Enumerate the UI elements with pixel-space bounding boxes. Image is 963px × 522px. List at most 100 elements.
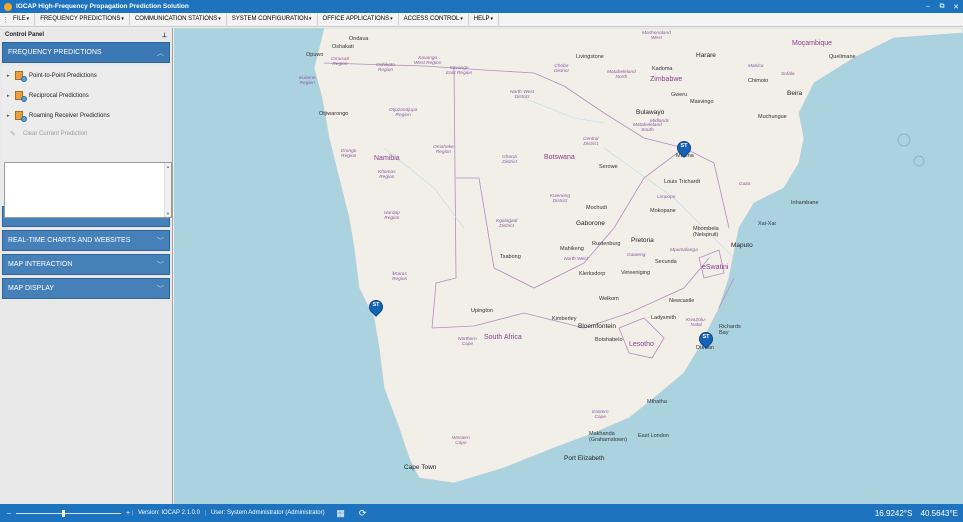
longitude-value: 40.5643°E bbox=[920, 508, 958, 518]
map-view[interactable]: Namibia Botswana Zimbabwe South Africa L… bbox=[174, 28, 963, 504]
menu-file[interactable]: FILE▾ bbox=[8, 14, 36, 25]
region-label: Northern Cape bbox=[458, 337, 477, 347]
city-label: Xai-Xai bbox=[758, 221, 776, 227]
city-label: Oshakati bbox=[332, 44, 354, 50]
city-label: Botshabelo bbox=[595, 337, 623, 343]
latitude-value: 16.9242°S bbox=[874, 508, 913, 518]
region-label: Gaza bbox=[739, 182, 751, 187]
pin-icon[interactable]: ⊥ bbox=[162, 32, 167, 39]
city-label: Mochudi bbox=[586, 205, 607, 211]
menu-frequency-predictions[interactable]: FREQUENCY PREDICTIONS▾ bbox=[35, 14, 130, 25]
city-label: Otjiwarongo bbox=[319, 111, 349, 117]
status-bar: – + Version: IOCAP 2.1.0.0 User: System … bbox=[0, 504, 963, 522]
restore-button[interactable]: ⧉ bbox=[935, 3, 949, 11]
refresh-icon[interactable]: ⟳ bbox=[357, 507, 369, 519]
region-label: Gauteng bbox=[627, 253, 646, 258]
menu-system-configuration[interactable]: SYSTEM CONFIGURATION▾ bbox=[227, 14, 318, 25]
region-label: Omusati Region bbox=[331, 57, 349, 67]
broom-icon: ✎ bbox=[10, 131, 16, 138]
region-label: Limpopo bbox=[657, 195, 676, 200]
city-label: Ladysmith bbox=[651, 315, 677, 321]
city-label: East London bbox=[638, 433, 669, 439]
scroll-up-icon[interactable]: ▲ bbox=[166, 164, 170, 169]
section-map-interaction[interactable]: MAP INTERACTION ﹀ bbox=[2, 254, 170, 275]
zoom-thumb[interactable] bbox=[62, 509, 66, 517]
menu-access-control[interactable]: ACCESS CONTROL▾ bbox=[399, 14, 469, 25]
tree-item-reciprocal[interactable]: ▸ Reciprocal Predictions bbox=[2, 86, 170, 106]
window-title: IOCAP High-Frequency Propagation Predict… bbox=[16, 3, 189, 10]
city-label: Muchungue bbox=[758, 114, 787, 120]
city-label: Bulawayo bbox=[636, 109, 665, 116]
title-bar: IOCAP High-Frequency Propagation Predict… bbox=[0, 0, 963, 13]
region-label: Oshikoto Region bbox=[376, 63, 395, 73]
control-panel: Control Panel ⊥ FREQUENCY PREDICTIONS ︿ … bbox=[0, 28, 173, 504]
city-label: Upington bbox=[471, 308, 494, 314]
region-label: Eastern Cape bbox=[592, 410, 609, 420]
region-label: Erongo Region bbox=[341, 149, 357, 159]
vertical-scrollbar[interactable]: ▲ ▼ bbox=[164, 163, 171, 217]
region-label: Kgalagadi District bbox=[496, 219, 518, 229]
city-label: Mthatha bbox=[647, 399, 667, 405]
minimize-button[interactable]: – bbox=[921, 3, 935, 10]
region-label: Sofala bbox=[781, 72, 795, 77]
station-marker[interactable]: ST bbox=[674, 138, 694, 161]
country-label: Zimbabwe bbox=[650, 76, 683, 83]
clear-prediction-button[interactable]: ✎ Clear Current Prediction bbox=[2, 126, 170, 142]
prediction-output-box[interactable]: ▲ ▼ bbox=[4, 162, 172, 218]
city-label: Louis Trichardt bbox=[664, 179, 701, 185]
region-label: ǁKaras Region bbox=[392, 272, 408, 282]
city-label: Makhanda (Grahamstown) bbox=[589, 431, 627, 443]
city-label: Bloemfontein bbox=[578, 323, 616, 330]
city-label: Welkom bbox=[599, 296, 619, 302]
menu-office-applications[interactable]: OFFICE APPLICATIONS▾ bbox=[318, 14, 399, 25]
city-label: Klerksdorp bbox=[579, 271, 606, 277]
tree-item-point-to-point[interactable]: ▸ Point-to-Point Predictions bbox=[2, 66, 170, 86]
prediction-icon bbox=[15, 111, 27, 122]
section-map-display[interactable]: MAP DISPLAY ﹀ bbox=[2, 278, 170, 299]
city-label: Livingstone bbox=[576, 54, 604, 60]
city-label: Chimoio bbox=[748, 78, 769, 84]
region-label: Central District bbox=[583, 137, 599, 147]
chevron-up-icon: ︿ bbox=[157, 49, 164, 57]
city-label: Quelimane bbox=[829, 54, 856, 60]
tree-item-roaming-receiver[interactable]: ▸ Roaming Receiver Predictions bbox=[2, 106, 170, 126]
layout-grid-icon[interactable]: ▦ bbox=[335, 507, 347, 519]
country-label: Lesotho bbox=[629, 341, 654, 348]
prediction-icon bbox=[15, 71, 27, 82]
station-marker[interactable]: ST bbox=[366, 297, 386, 320]
region-label: Hardap Region bbox=[384, 211, 400, 221]
region-label: North-West District bbox=[510, 90, 535, 100]
region-label: Matabeleland North bbox=[607, 70, 636, 80]
section-real-time-charts[interactable]: REAL-TIME CHARTS AND WEBSITES ﹀ bbox=[2, 230, 170, 251]
zoom-in-icon[interactable]: + bbox=[124, 510, 132, 517]
region-label: Ghanzi District bbox=[502, 155, 518, 165]
city-label: Masvingo bbox=[690, 99, 714, 105]
city-label: Inhambane bbox=[791, 200, 819, 206]
region-label: Mashonaland West bbox=[642, 31, 671, 41]
city-label: Rustenburg bbox=[592, 241, 621, 247]
expand-arrow-icon[interactable]: ▸ bbox=[7, 73, 15, 79]
menu-communication-stations[interactable]: COMMUNICATION STATIONS▾ bbox=[130, 14, 227, 25]
expand-arrow-icon[interactable]: ▸ bbox=[7, 93, 15, 99]
section-frequency-predictions[interactable]: FREQUENCY PREDICTIONS ︿ bbox=[2, 42, 170, 63]
zoom-out-icon[interactable]: – bbox=[5, 510, 13, 517]
city-label: Maputo bbox=[731, 242, 753, 249]
region-label: KwaZulu- Natal bbox=[686, 318, 707, 328]
city-label: Pretoria bbox=[631, 237, 654, 244]
user-label: User: System Administrator (Administrato… bbox=[204, 510, 330, 516]
city-label: Richards Bay bbox=[719, 324, 741, 336]
region-label: Kweneng District bbox=[550, 194, 571, 204]
close-button[interactable]: ✕ bbox=[949, 3, 963, 11]
region-label: Manica bbox=[748, 64, 764, 69]
station-marker[interactable]: ST bbox=[696, 329, 716, 352]
control-panel-header: Control Panel ⊥ bbox=[0, 28, 172, 42]
zoom-track[interactable] bbox=[16, 509, 121, 517]
menu-help[interactable]: HELP▾ bbox=[469, 14, 500, 25]
city-label: Kimberley bbox=[552, 316, 577, 322]
city-label: Secunda bbox=[655, 259, 677, 265]
city-label: Newcastle bbox=[669, 298, 695, 304]
zoom-slider[interactable]: – + bbox=[0, 509, 132, 517]
expand-arrow-icon[interactable]: ▸ bbox=[7, 113, 15, 119]
scroll-down-icon[interactable]: ▼ bbox=[166, 211, 170, 216]
city-label: Vereeniging bbox=[621, 270, 651, 276]
